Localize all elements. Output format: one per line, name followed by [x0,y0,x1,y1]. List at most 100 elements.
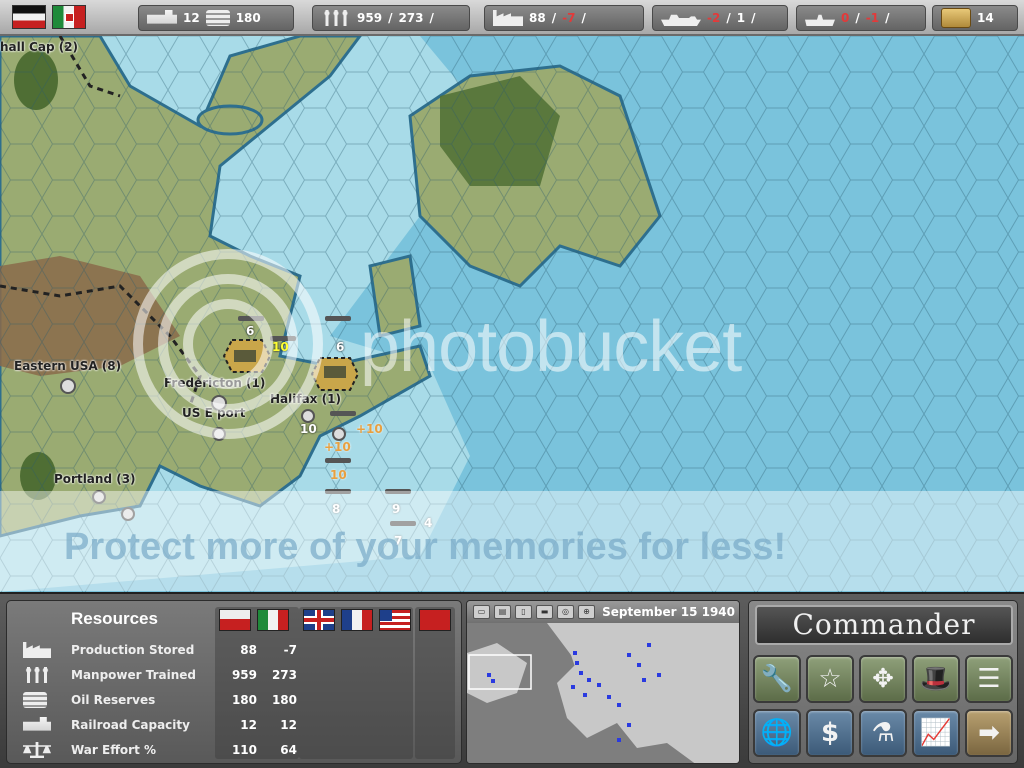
germany-flag-icon[interactable] [12,5,46,29]
separator: / [388,11,393,25]
world-button[interactable]: 🌐 [753,709,801,757]
minimap-unit-tab-icon[interactable]: ▯ [515,605,532,619]
manpower-readout: 959 / 273 / [312,5,470,31]
flask-icon: ⚗ [871,718,895,748]
bottom-panel: Resources Production Stored 88 -7 Manpow… [0,592,1024,768]
watermark-slogan: Protect more of your memories for less! [64,526,787,568]
france-flag-icon[interactable] [341,609,373,631]
manpower-icon [321,10,351,26]
move-arrows-icon: ✥ [872,664,894,694]
scales-icon [23,742,51,758]
italy-flag-icon[interactable] [257,609,289,631]
usa-flag-icon[interactable] [379,609,411,631]
hex-map[interactable]: hall Cap (2) Eastern USA (8) Fredericton… [0,36,1024,592]
minimap-map-tab-icon[interactable]: ▭ [473,605,490,619]
resource-label: Railroad Capacity [71,718,190,732]
minimap-list-tab-icon[interactable]: ▤ [494,605,511,619]
resources-panel: Resources Production Stored 88 -7 Manpow… [6,600,462,764]
separator: / [429,11,434,25]
research-button[interactable]: ⚗ [859,709,907,757]
unit-strength: +10 [356,422,383,436]
map-label-hall-cap[interactable]: hall Cap (2) [0,40,78,54]
move-button[interactable]: ✥ [859,655,907,703]
promote-button[interactable]: ☆ [806,655,854,703]
rail-value: 12 [183,11,200,25]
resource-row-oil: Oil Reserves 180 180 [7,689,463,711]
minimap-toolbar: ▭ ▤ ▯ ▬ ◎ ⊕ September 15 1940 [467,601,739,623]
manpower-value-2: 273 [398,11,424,25]
battleship-icon [661,14,701,26]
resource-value-axis1: 12 [240,718,257,732]
resource-value-axis2: 273 [271,668,297,682]
map-label-portland[interactable]: Portland (3) [54,472,136,486]
train-icon [147,10,177,24]
resource-value-axis2: 12 [280,718,297,732]
list-icon: ☰ [977,664,1001,694]
germany-flag-icon[interactable] [219,609,251,631]
chart-icon: 📈 [919,718,953,748]
reports-button[interactable]: ☰ [965,655,1013,703]
treasure-value: 14 [977,11,994,25]
minimap-target-tab-icon[interactable]: ◎ [557,605,574,619]
resource-label: War Effort % [71,743,157,757]
sub-value: 0 [841,11,850,25]
resource-row-war-effort: War Effort % 110 64 [7,739,463,761]
statistics-button[interactable]: 📈 [912,709,960,757]
top-resource-bar: 12 180 959 / 273 / 88 / -7 / -2 / 1 / 0 … [0,0,1024,36]
production-readout: 88 / -7 / [484,5,644,31]
naval-value: -2 [707,11,721,25]
production-value: 88 [529,11,546,25]
resource-row-railroad: Railroad Capacity 12 12 [7,714,463,736]
resource-row-production: Production Stored 88 -7 [7,639,463,661]
separator: / [581,11,586,25]
oil-barrels-icon [23,692,47,708]
resource-value-axis1: 959 [231,668,257,682]
resource-value-axis1: 180 [231,693,257,707]
uk-flag-icon[interactable] [303,609,335,631]
resource-value-axis2: 180 [271,693,297,707]
sub-value-2: -1 [865,11,880,25]
treasure-readout: 14 [932,5,1018,31]
game-date: September 15 1940 [602,605,735,619]
separator: / [885,11,890,25]
unit-strength: 10 [330,468,347,482]
factory-icon [493,10,523,26]
submarine-icon [805,14,835,26]
economy-button[interactable]: $ [806,709,854,757]
minimap-panel[interactable]: ▭ ▤ ▯ ▬ ◎ ⊕ September 15 1940 [466,600,740,764]
naval-value-2: 1 [736,11,746,25]
minimap-view[interactable] [467,623,740,764]
resource-value-axis1: 110 [231,743,257,757]
photobucket-watermark-rings-icon [133,249,323,439]
submarine-readout: 0 / -1 / [796,5,926,31]
separator: / [551,11,557,25]
oil-barrels-icon [205,10,230,26]
resource-value-axis2: -7 [283,643,297,657]
rail-oil-readout: 12 180 [138,5,294,31]
ussr-flag-icon[interactable] [419,609,451,631]
globe-icon: 🌐 [760,718,794,748]
naval-readout: -2 / 1 / [652,5,788,31]
treasure-chest-icon [941,8,971,28]
resource-label: Manpower Trained [71,668,197,682]
production-delta: -7 [562,11,576,25]
oil-value: 180 [235,11,261,25]
minimap-zoom-tab-icon[interactable]: ⊕ [578,605,595,619]
factory-icon [23,642,51,658]
map-label-eastern-usa[interactable]: Eastern USA (8) [14,359,121,373]
diplomacy-button[interactable]: 🎩 [912,655,960,703]
photobucket-watermark: photobucket [360,307,742,387]
dollar-icon: $ [820,718,840,748]
repair-button[interactable]: 🔧 [753,655,801,703]
minimap-ship-tab-icon[interactable]: ▬ [536,605,553,619]
train-icon [23,717,51,731]
end-turn-button[interactable]: ➡ [965,709,1013,757]
star-icon: ☆ [818,664,842,694]
resource-value-axis2: 64 [280,743,297,757]
separator: / [751,11,756,25]
italy-flag-icon[interactable] [52,5,86,29]
separator: / [855,11,860,25]
commander-panel: Commander 🔧 ☆ ✥ 🎩 ☰ 🌐 $ ⚗ 📈 ➡ [748,600,1018,764]
resources-title: Resources [71,609,158,628]
commander-logo: Commander [755,605,1013,645]
